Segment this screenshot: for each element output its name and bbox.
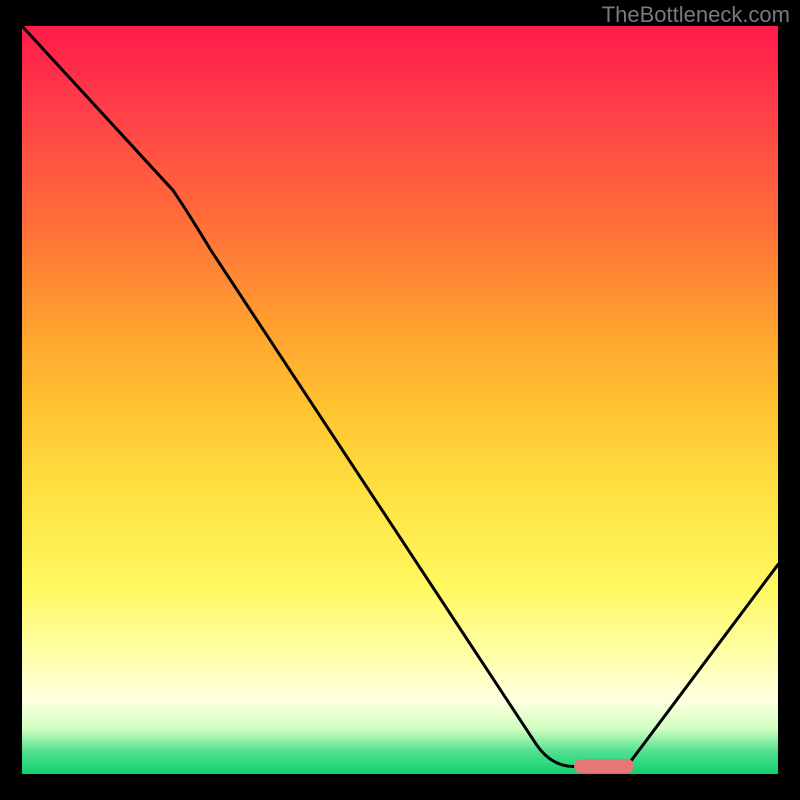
optimal-range-marker [574, 759, 634, 773]
chart-container: TheBottleneck.com [0, 0, 800, 800]
curve-svg [22, 26, 778, 774]
watermark-text: TheBottleneck.com [602, 2, 790, 28]
bottleneck-curve [22, 26, 778, 767]
